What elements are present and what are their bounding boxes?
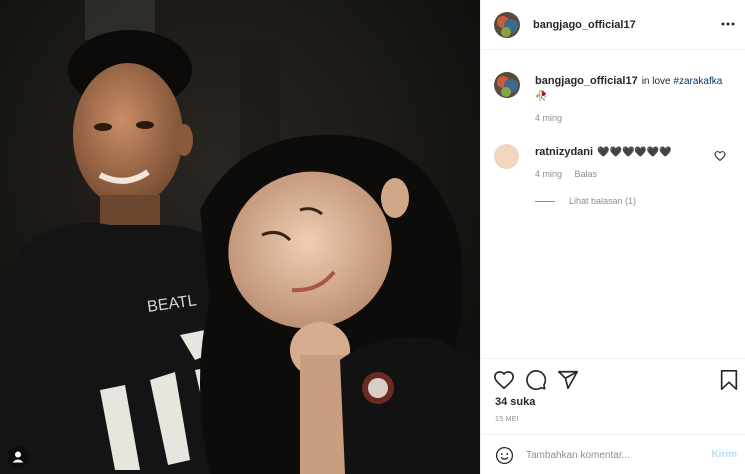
comment-input[interactable] xyxy=(526,446,691,465)
caption-username[interactable]: bangjago_official17 xyxy=(535,75,638,87)
avatar[interactable] xyxy=(494,144,519,169)
more-options-icon[interactable] xyxy=(720,16,736,32)
comment-body: 🖤🖤🖤🖤🖤🖤 xyxy=(597,147,672,158)
post-header: bangjago_official17 xyxy=(481,0,745,50)
comment-meta: 4 ming Balas xyxy=(535,169,607,179)
comment-icon[interactable] xyxy=(525,369,547,391)
heart-icon[interactable] xyxy=(493,369,515,391)
caption-text: bangjago_official17 in love #zarakafka 🥀 xyxy=(535,74,735,104)
divider xyxy=(535,200,555,202)
header-username[interactable]: bangjago_official17 xyxy=(533,19,636,31)
comment-timestamp[interactable]: 4 ming xyxy=(535,169,562,179)
avatar[interactable] xyxy=(494,12,520,38)
caption-body: in love xyxy=(641,76,671,87)
post-date[interactable]: 15 MEI xyxy=(495,416,519,423)
likes-count[interactable]: 34 suka xyxy=(495,396,535,408)
post-actions: 34 suka 15 MEI xyxy=(481,358,745,433)
post-details-panel: bangjago_official17 bangjago_official17 i… xyxy=(480,0,745,474)
emoji-icon[interactable] xyxy=(495,446,514,465)
list-item: ratnizydani 🖤🖤🖤🖤🖤🖤 4 ming Balas Lihat bal… xyxy=(481,142,745,212)
post-photo[interactable]: BEATL xyxy=(0,0,480,474)
comment-text: ratnizydani 🖤🖤🖤🖤🖤🖤 xyxy=(535,146,672,158)
comment-username[interactable]: ratnizydani xyxy=(535,146,593,158)
bookmark-icon[interactable] xyxy=(718,369,740,391)
view-replies-label[interactable]: Lihat balasan (1) xyxy=(569,196,636,206)
caption-hashtag[interactable]: #zarakafka xyxy=(673,76,722,87)
avatar[interactable] xyxy=(494,72,520,98)
reply-button[interactable]: Balas xyxy=(575,169,598,179)
add-comment-bar: Kirim xyxy=(481,434,745,474)
caption-emoji: 🥀 xyxy=(535,91,548,102)
caption-timestamp[interactable]: 4 ming xyxy=(535,113,562,123)
heart-icon[interactable] xyxy=(714,150,726,162)
person-tag-icon[interactable] xyxy=(7,446,29,468)
post-comment-button[interactable]: Kirim xyxy=(711,449,737,460)
share-icon[interactable] xyxy=(557,369,579,391)
view-replies-button[interactable]: Lihat balasan (1) xyxy=(535,196,636,206)
